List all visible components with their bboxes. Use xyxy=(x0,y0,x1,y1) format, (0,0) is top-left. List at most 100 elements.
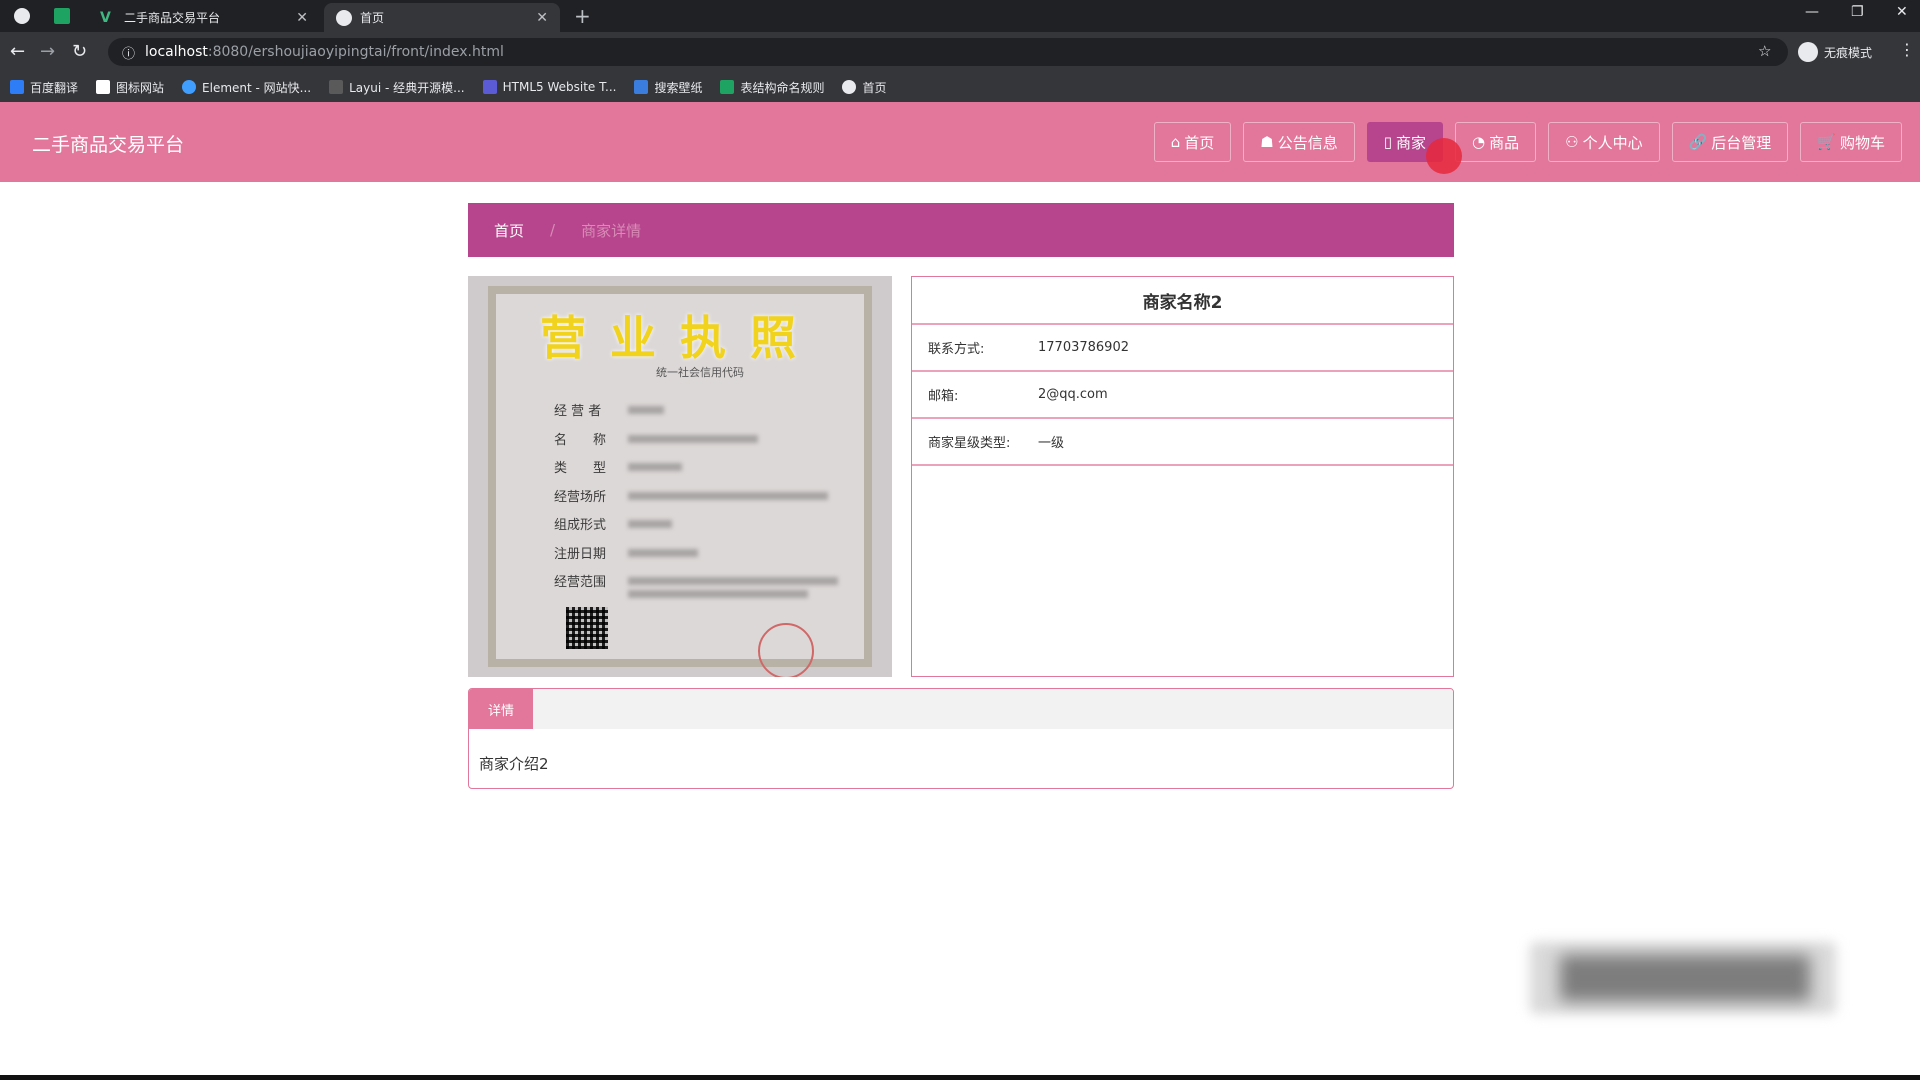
bookmark-label: 表结构命名规则 xyxy=(740,80,825,95)
breadcrumb-current: 商家详情 xyxy=(581,221,642,240)
site-header: 二手商品交易平台 ⌂ 首页 ☗ 公告信息 ▯ 商家 ◔ 商品 ⚇ 个人中心 🔗 后台管理 🛒… xyxy=(0,102,1920,182)
back-icon[interactable]: ← xyxy=(10,41,25,62)
nav-cart[interactable]: 🛒 购物车 xyxy=(1800,122,1902,162)
license-redacted xyxy=(628,590,808,598)
globe-icon xyxy=(336,9,352,26)
merchant-icon: ▯ xyxy=(1383,133,1392,151)
license-redacted xyxy=(628,492,828,500)
tab-title: 二手商品交易平台 xyxy=(124,11,221,25)
nav-admin[interactable]: 🔗 后台管理 xyxy=(1671,122,1789,162)
nav-announcements[interactable]: ☗ 公告信息 xyxy=(1243,122,1355,162)
nav-label: 公告信息 xyxy=(1277,133,1338,152)
incognito-icon xyxy=(1798,42,1818,62)
license-redacted xyxy=(628,463,682,471)
merchant-info-row: 联系方式: 17703786902 xyxy=(912,325,1453,372)
url-path: :8080/ershoujiaoyipingtai/front/index.ht… xyxy=(207,44,504,60)
bookmarks-bar: 百度翻译 图标网站 Element - 网站快... Layui - 经典开源模… xyxy=(0,72,1920,102)
merchant-info-panel: 商家名称2 联系方式: 17703786902 邮箱: 2@qq.com 商家星… xyxy=(911,276,1454,677)
bookmark-label: 百度翻译 xyxy=(30,80,79,95)
info-label: 邮箱: xyxy=(928,389,959,404)
nav-label: 个人中心 xyxy=(1582,133,1643,152)
bookmark-item[interactable]: 百度翻译 xyxy=(10,79,78,96)
home-icon: ⌂ xyxy=(1170,133,1181,151)
window-close-icon[interactable]: ✕ xyxy=(1896,4,1908,20)
browser-tab-active[interactable]: 首页 ✕ xyxy=(324,3,560,32)
info-value: 17703786902 xyxy=(1038,340,1129,355)
restore-icon[interactable]: ❐ xyxy=(1851,4,1864,20)
incognito-profile[interactable]: 无痕模式 xyxy=(1798,42,1872,62)
bookmark-item[interactable]: HTML5 Website T... xyxy=(482,80,617,94)
nav-label: 购物车 xyxy=(1839,133,1885,152)
flag-icon xyxy=(96,80,111,94)
forward-icon[interactable]: → xyxy=(40,41,55,62)
pinned-tab-icon[interactable] xyxy=(14,8,30,24)
close-icon[interactable]: ✕ xyxy=(536,10,548,26)
tab-details[interactable]: 详情 xyxy=(469,689,533,729)
vue-icon: V xyxy=(100,9,111,26)
blurred-watermark-text xyxy=(1560,955,1810,1001)
nav-label: 后台管理 xyxy=(1711,133,1772,152)
url-input[interactable]: ⓘ localhost :8080/ershoujiaoyipingtai/fr… xyxy=(108,38,1788,66)
merchant-info-row: 商家星级类型: 一级 xyxy=(912,419,1453,466)
new-tab-button[interactable]: + xyxy=(574,4,591,28)
license-field: 名 称 xyxy=(554,433,607,448)
close-icon[interactable]: ✕ xyxy=(296,10,308,26)
merchant-info-row: 邮箱: 2@qq.com xyxy=(912,372,1453,419)
info-label: 联系方式: xyxy=(928,342,985,357)
license-field: 经营范围 xyxy=(554,575,607,590)
license-credit-code-label: 统一社会信用代码 xyxy=(656,366,744,379)
license-title: 营业执照 xyxy=(540,311,820,365)
element-icon xyxy=(182,80,197,94)
cart-icon: 🛒 xyxy=(1817,133,1836,151)
license-redacted xyxy=(628,577,838,585)
breadcrumb-home[interactable]: 首页 xyxy=(494,220,524,241)
browser-menu-icon[interactable]: ⋮ xyxy=(1899,40,1915,59)
bookmark-item[interactable]: 表结构命名规则 xyxy=(720,79,824,96)
address-bar-row: ← → ↻ ⓘ localhost :8080/ershoujiaoyiping… xyxy=(0,32,1920,72)
license-redacted xyxy=(628,520,672,528)
minimize-icon[interactable]: — xyxy=(1805,4,1819,20)
bookmark-item[interactable]: 图标网站 xyxy=(96,79,164,96)
license-field: 组成形式 xyxy=(554,518,607,533)
browser-tabbar: V 二手商品交易平台 ✕ 首页 ✕ + — ❐ ✕ xyxy=(0,0,1920,32)
bookmark-item[interactable]: Layui - 经典开源模... xyxy=(329,79,465,96)
bookmark-label: 图标网站 xyxy=(116,80,165,95)
site-title: 二手商品交易平台 xyxy=(32,134,185,156)
nav-label: 商家 xyxy=(1396,133,1427,152)
incognito-label: 无痕模式 xyxy=(1824,45,1873,60)
details-tabbar: 详情 xyxy=(469,689,1453,729)
sheet-icon xyxy=(720,80,735,94)
main-nav: ⌂ 首页 ☗ 公告信息 ▯ 商家 ◔ 商品 ⚇ 个人中心 🔗 后台管理 🛒 购物车 xyxy=(1153,122,1902,162)
layui-icon xyxy=(329,80,344,94)
bookmark-item[interactable]: 搜索壁纸 xyxy=(634,79,702,96)
bookmark-item[interactable]: 首页 xyxy=(842,79,887,96)
url-host: localhost xyxy=(145,44,208,60)
bookmark-label: HTML5 Website T... xyxy=(502,80,617,94)
license-field: 经营场所 xyxy=(554,490,607,505)
breadcrumb: 首页 / 商家详情 xyxy=(468,203,1454,257)
pinned-tab-sheet-icon[interactable] xyxy=(54,8,70,24)
license-redacted xyxy=(628,406,664,414)
nav-label: 商品 xyxy=(1489,133,1520,152)
bottom-edge xyxy=(0,1075,1920,1080)
qr-code-icon xyxy=(566,607,608,649)
bookmark-item[interactable]: Element - 网站快... xyxy=(182,79,311,96)
nav-personal-center[interactable]: ⚇ 个人中心 xyxy=(1548,122,1660,162)
bookmark-label: Element - 网站快... xyxy=(202,80,312,95)
bookmark-label: 搜索壁纸 xyxy=(654,80,703,95)
bookmark-label: 首页 xyxy=(862,80,887,95)
link-icon: 🔗 xyxy=(1688,133,1708,151)
reload-icon[interactable]: ↻ xyxy=(72,41,87,62)
bookmark-star-icon[interactable]: ☆ xyxy=(1758,42,1771,60)
browser-tab[interactable]: V 二手商品交易平台 ✕ xyxy=(88,3,320,32)
breadcrumb-separator: / xyxy=(550,221,556,239)
nav-label: 首页 xyxy=(1184,133,1215,152)
info-icon[interactable]: ⓘ xyxy=(122,43,135,62)
nav-home[interactable]: ⌂ 首页 xyxy=(1153,122,1232,162)
details-content: 商家介绍2 xyxy=(479,755,549,773)
info-value: 2@qq.com xyxy=(1038,387,1108,402)
globe-icon xyxy=(842,80,857,94)
license-field: 经 营 者 xyxy=(554,404,602,419)
nav-products[interactable]: ◔ 商品 xyxy=(1455,122,1537,162)
license-redacted xyxy=(628,435,758,443)
